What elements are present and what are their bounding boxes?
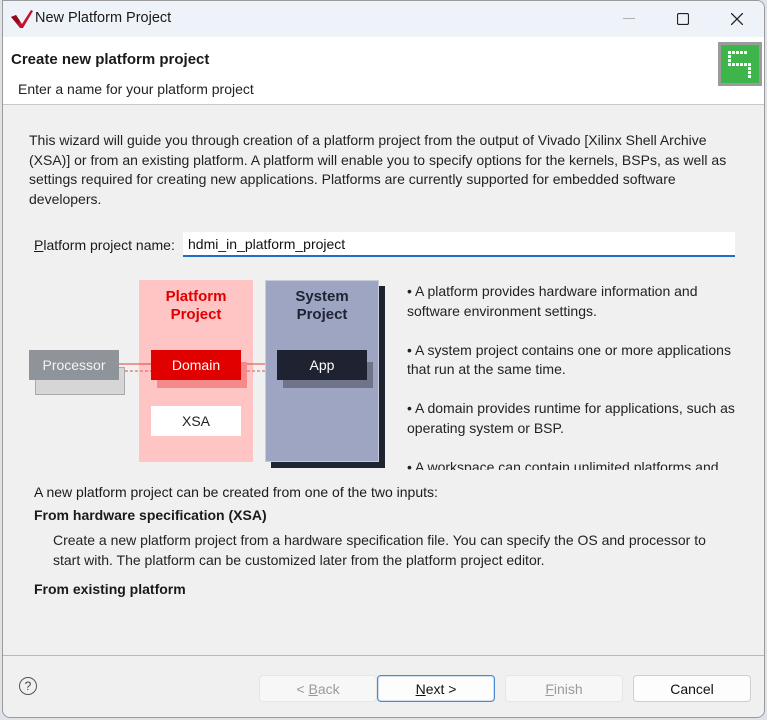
option-existing-title: From existing platform [34,581,186,597]
platform-info-bullets: • A platform provides hardware informati… [407,282,747,470]
wizard-content: This wizard will guide you through creat… [3,106,764,646]
next-button[interactable]: Next > [377,675,495,702]
bullet-item: • A system project contains one or more … [407,341,731,378]
back-button[interactable]: < Back [259,675,377,702]
platform-name-input[interactable] [183,232,735,257]
option-xsa-description: Create a new platform project from a har… [53,532,706,568]
footer-separator [3,655,764,656]
bullet-item: • A platform provides hardware informati… [407,283,698,319]
intro-text: This wizard will guide you through creat… [29,132,727,207]
page-title: Create new platform project [11,51,210,68]
minimize-icon [623,18,635,19]
bullet-item: • A workspace can contain unlimited plat… [407,458,719,471]
system-project-title: System Project [295,288,349,323]
page-subtitle: Enter a name for your platform project [18,81,254,97]
window-title: New Platform Project [35,10,172,26]
domain-block: Domain [151,350,241,380]
cancel-button[interactable]: Cancel [633,675,751,702]
finish-button[interactable]: Finish [505,675,623,702]
close-icon [731,13,743,25]
option-xsa-title: From hardware specification (XSA) [34,507,267,523]
wizard-header: Create new platform project Enter a name… [3,37,764,105]
platform-name-label: Platform project name: [34,237,175,253]
close-button[interactable] [714,1,760,37]
vitis-logo-icon [11,10,33,28]
minimize-button[interactable] [606,1,652,37]
new-platform-project-dialog: New Platform Project Create new platform… [2,0,765,718]
xsa-block: XSA [151,406,241,436]
app-block: App [277,350,367,380]
maximize-icon [677,13,689,25]
inputs-intro-text: A new platform project can be created fr… [34,484,438,500]
help-icon[interactable]: ? [19,677,37,695]
platform-wizard-icon [718,42,762,86]
maximize-button[interactable] [660,1,706,37]
title-bar: New Platform Project [3,1,764,37]
bullet-item: • A domain provides runtime for applicat… [407,400,735,436]
platform-diagram: Processor Platform Project Domain XSA Sy… [29,278,389,473]
